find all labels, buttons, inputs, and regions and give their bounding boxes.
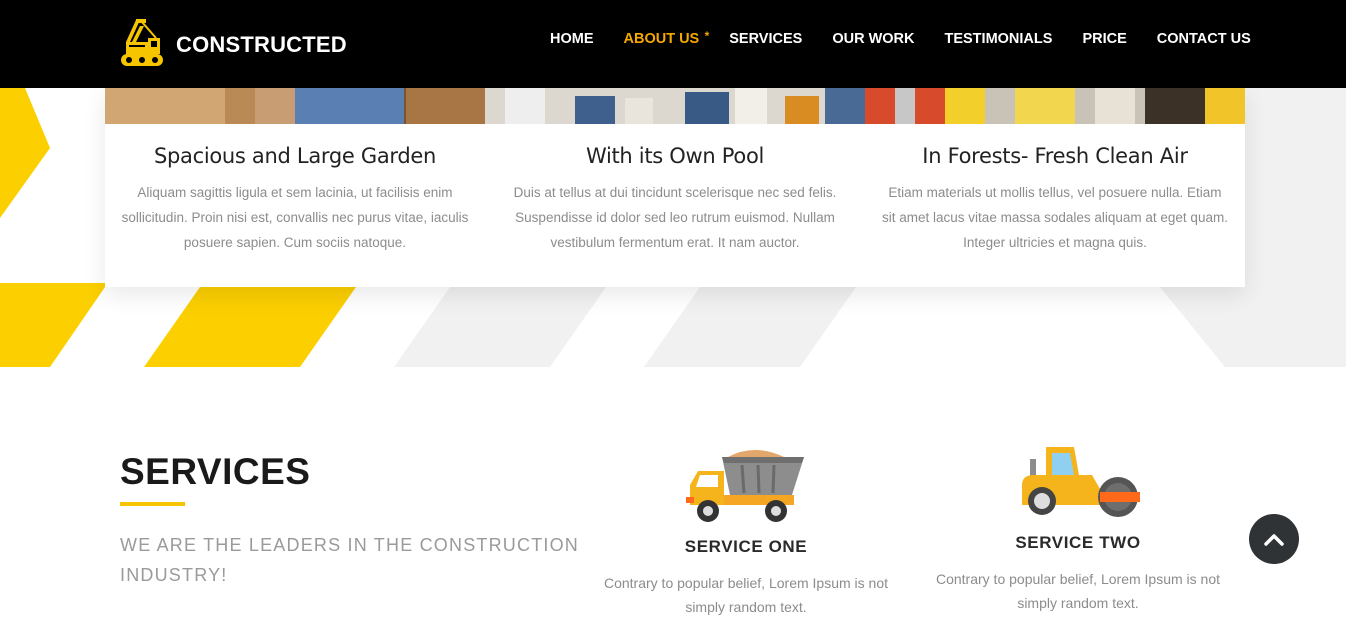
feature-title: Spacious and Large Garden [153, 144, 437, 168]
card-photo-pool [485, 88, 865, 124]
dump-truck-icon [686, 450, 804, 522]
services-title: SERVICES [120, 451, 311, 492]
feature-text: Aliquam sagittis ligula et sem lacinia, … [121, 185, 469, 250]
nav-contact-us[interactable]: CONTACT US [1157, 31, 1251, 47]
feature-text: Duis at tellus at dui tincidunt sceleris… [513, 185, 837, 250]
brand-name: CONSTRUCTED [176, 32, 347, 57]
service-name: SERVICE TWO [1015, 533, 1141, 552]
feature-text: Etiam materials ut mollis tellus, vel po… [882, 185, 1228, 250]
feature-title: In Forests- Fresh Clean Air [922, 144, 1188, 168]
nav-our-work[interactable]: OUR WORK [832, 31, 914, 47]
feature-cards: Spacious and Large Garden Aliquam sagitt… [105, 88, 1245, 287]
nav-services[interactable]: SERVICES [729, 31, 802, 47]
road-roller-icon [1022, 447, 1140, 517]
services-subtitle: WE ARE THE LEADERS IN THE CONSTRUCTION I… [120, 535, 579, 585]
service-item-one[interactable]: SERVICE ONE Contrary to popular belief, … [586, 445, 906, 619]
back-to-top-button[interactable] [1249, 514, 1299, 564]
features-band: Spacious and Large Garden Aliquam sagitt… [0, 88, 1346, 367]
active-marker: * [704, 29, 710, 43]
nav-about-us[interactable]: ABOUT US * [623, 29, 710, 47]
service-description: Contrary to popular belief, Lorem Ipsum … [603, 575, 889, 615]
site-header: CONSTRUCTED HOME ABOUT US * SERVICES OUR… [0, 0, 1346, 88]
card-photo-garden [105, 88, 485, 124]
services-section: SERVICES WE ARE THE LEADERS IN THE CONST… [0, 367, 1346, 637]
feature-card: With its Own Pool Duis at tellus at dui … [485, 88, 865, 287]
service-name: SERVICE ONE [684, 537, 808, 556]
brand-logo[interactable]: CONSTRUCTED [118, 18, 347, 68]
nav-testimonials[interactable]: TESTIMONIALS [944, 31, 1052, 47]
chevron-up-icon [1264, 534, 1284, 546]
feature-card: Spacious and Large Garden Aliquam sagitt… [105, 88, 485, 287]
card-photo-forest [865, 88, 1245, 124]
service-item-two[interactable]: SERVICE TWO Contrary to popular belief, … [918, 445, 1238, 615]
feature-card: In Forests- Fresh Clean Air Etiam materi… [865, 88, 1245, 287]
main-nav: HOME ABOUT US * SERVICES OUR WORK TESTIM… [550, 29, 1251, 47]
crane-logo-icon [121, 19, 163, 66]
nav-home[interactable]: HOME [550, 31, 594, 47]
nav-price[interactable]: PRICE [1082, 31, 1126, 47]
title-underline [120, 502, 185, 506]
nav-about-us-label: ABOUT US [623, 31, 700, 47]
service-description: Contrary to popular belief, Lorem Ipsum … [935, 571, 1221, 611]
feature-title: With its Own Pool [585, 144, 765, 168]
